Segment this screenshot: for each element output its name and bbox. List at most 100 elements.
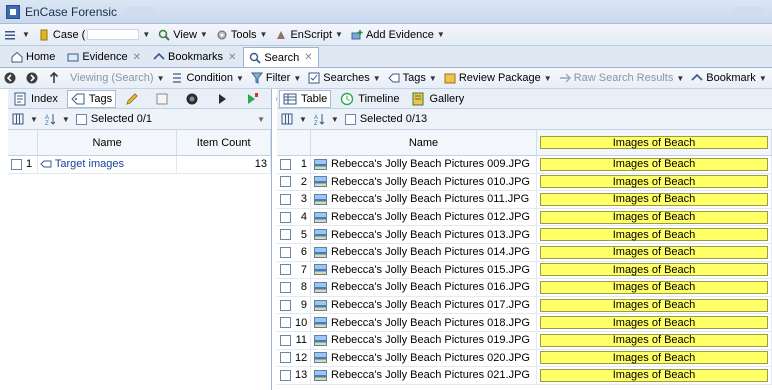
close-bookmarks-tab-icon[interactable]: ✕ xyxy=(228,52,236,63)
tag-cell[interactable]: Images of Beach xyxy=(537,173,772,191)
filter-dropdown[interactable]: Filter ▼ xyxy=(250,72,301,84)
table-row[interactable]: 4 Rebecca's Jolly Beach Pictures 012.JPG I… xyxy=(277,208,772,227)
row-select-cell[interactable]: 11 xyxy=(277,331,311,349)
row-select-cell[interactable]: 1 xyxy=(8,156,38,173)
table-row[interactable]: 9 Rebecca's Jolly Beach Pictures 017.JPG I… xyxy=(277,296,772,315)
enscript-menu[interactable]: EnScript ▼ xyxy=(275,29,343,41)
new-tag-button[interactable] xyxy=(152,91,176,107)
add-evidence-menu[interactable]: Add Evidence ▼ xyxy=(351,29,445,41)
close-search-tab-icon[interactable]: ✕ xyxy=(304,52,312,63)
right-sort-menu-button[interactable]: A Z ▼ xyxy=(313,113,339,125)
right-header-name[interactable]: Name xyxy=(311,130,537,155)
tag-cell[interactable]: Images of Beach xyxy=(537,279,772,296)
right-select-all-checkbox[interactable] xyxy=(344,113,356,125)
row-checkbox[interactable] xyxy=(280,158,291,170)
searches-dropdown[interactable]: Searches ▼ xyxy=(308,72,381,84)
tag-cell[interactable]: Images of Beach xyxy=(537,208,772,226)
columns-menu-button[interactable]: ▼ xyxy=(12,113,38,125)
bookmark-dropdown[interactable]: Bookmark ▼ xyxy=(691,72,767,84)
file-name-cell[interactable]: Rebecca's Jolly Beach Pictures 011.JPG xyxy=(311,191,537,208)
viewing-dropdown[interactable]: Viewing (Search) ▼ xyxy=(70,72,164,84)
row-select-cell[interactable]: 12 xyxy=(277,349,311,367)
select-all-checkbox[interactable] xyxy=(75,113,87,125)
row-checkbox[interactable] xyxy=(280,334,291,346)
forward-button[interactable] xyxy=(26,72,41,84)
table-row[interactable]: 13 Rebecca's Jolly Beach Pictures 021.JPG… xyxy=(277,367,772,385)
row-select-cell[interactable]: 2 xyxy=(277,173,311,191)
tag-cell[interactable]: Images of Beach xyxy=(537,367,772,384)
tools-menu[interactable]: Tools ▼ xyxy=(216,29,267,41)
file-name-cell[interactable]: Rebecca's Jolly Beach Pictures 015.JPG xyxy=(311,261,537,279)
file-name-cell[interactable]: Rebecca's Jolly Beach Pictures 014.JPG xyxy=(311,243,537,261)
table-row[interactable]: 3 Rebecca's Jolly Beach Pictures 011.JPG I… xyxy=(277,191,772,209)
tags-dropdown[interactable]: Tags ▼ xyxy=(387,72,437,84)
row-select-cell[interactable]: 8 xyxy=(277,279,311,296)
table-row[interactable]: 1 Target images 13 xyxy=(8,156,271,174)
tag-name[interactable]: Target images xyxy=(55,158,124,170)
file-name-cell[interactable]: Rebecca's Jolly Beach Pictures 018.JPG xyxy=(311,314,537,331)
row-checkbox[interactable] xyxy=(280,246,291,258)
row-checkbox[interactable] xyxy=(280,211,291,223)
row-select-cell[interactable]: 13 xyxy=(277,367,311,384)
subtab-table[interactable]: Table xyxy=(279,89,332,108)
row-select-cell[interactable]: 5 xyxy=(277,226,311,243)
file-name-cell[interactable]: Rebecca's Jolly Beach Pictures 013.JPG xyxy=(311,226,537,243)
file-name-cell[interactable]: Rebecca's Jolly Beach Pictures 020.JPG xyxy=(311,349,537,367)
file-name-cell[interactable]: Rebecca's Jolly Beach Pictures 016.JPG xyxy=(311,279,537,296)
sort-menu-button[interactable]: A Z ▼ xyxy=(44,113,70,125)
record-button[interactable] xyxy=(182,91,206,107)
row-select-cell[interactable]: 9 xyxy=(277,296,311,314)
table-row[interactable]: 1 Rebecca's Jolly Beach Pictures 009.JPG I… xyxy=(277,156,772,174)
condition-dropdown[interactable]: Condition ▼ xyxy=(171,72,244,84)
file-name-cell[interactable]: Rebecca's Jolly Beach Pictures 012.JPG xyxy=(311,208,537,226)
table-row[interactable]: 2 Rebecca's Jolly Beach Pictures 010.JPG I… xyxy=(277,173,772,192)
file-name-cell[interactable]: Rebecca's Jolly Beach Pictures 010.JPG xyxy=(311,173,537,191)
file-name-cell[interactable]: Rebecca's Jolly Beach Pictures 009.JPG xyxy=(311,156,537,173)
right-columns-menu-button[interactable]: ▼ xyxy=(281,113,307,125)
row-select-cell[interactable]: 6 xyxy=(277,243,311,261)
tab-evidence[interactable]: Evidence ✕ xyxy=(62,47,146,67)
tag-name-cell[interactable]: Target images xyxy=(38,156,178,173)
subtab-timeline[interactable]: Timeline xyxy=(337,91,402,107)
tag-cell[interactable]: Images of Beach xyxy=(537,191,772,208)
row-checkbox[interactable] xyxy=(280,281,291,293)
table-row[interactable]: 6 Rebecca's Jolly Beach Pictures 014.JPG I… xyxy=(277,243,772,262)
tag-cell[interactable]: Images of Beach xyxy=(537,296,772,314)
row-checkbox[interactable] xyxy=(11,158,22,170)
row-select-cell[interactable]: 10 xyxy=(277,314,311,331)
row-checkbox[interactable] xyxy=(280,299,291,311)
file-name-cell[interactable]: Rebecca's Jolly Beach Pictures 021.JPG xyxy=(311,367,537,384)
right-header-tag[interactable]: Images of Beach xyxy=(537,130,772,155)
run-flag-button[interactable] xyxy=(242,91,266,107)
left-header-item-count[interactable]: Item Count xyxy=(177,130,271,155)
row-checkbox[interactable] xyxy=(280,193,291,205)
table-row[interactable]: 5 Rebecca's Jolly Beach Pictures 013.JPG I… xyxy=(277,226,772,244)
case-menu[interactable]: Case ( ▼ xyxy=(38,29,150,41)
tag-cell[interactable]: Images of Beach xyxy=(537,156,772,173)
row-select-cell[interactable]: 4 xyxy=(277,208,311,226)
row-checkbox[interactable] xyxy=(280,229,291,241)
left-header-name[interactable]: Name xyxy=(38,130,178,155)
row-checkbox[interactable] xyxy=(280,352,291,364)
row-select-cell[interactable]: 7 xyxy=(277,261,311,279)
tag-cell[interactable]: Images of Beach xyxy=(537,226,772,243)
row-checkbox[interactable] xyxy=(280,317,291,329)
tab-home[interactable]: Home xyxy=(6,47,60,67)
row-checkbox[interactable] xyxy=(280,369,291,381)
edit-tag-button[interactable] xyxy=(122,91,146,107)
file-name-cell[interactable]: Rebecca's Jolly Beach Pictures 019.JPG xyxy=(311,331,537,349)
left-pane-menu-button[interactable]: ▼ xyxy=(257,115,265,124)
review-package-dropdown[interactable]: Review Package ▼ xyxy=(444,72,552,84)
table-row[interactable]: 12 Rebecca's Jolly Beach Pictures 020.JPG… xyxy=(277,349,772,368)
up-button[interactable] xyxy=(48,72,63,84)
subtab-index[interactable]: Index xyxy=(10,91,61,107)
file-name-cell[interactable]: Rebecca's Jolly Beach Pictures 017.JPG xyxy=(311,296,537,314)
row-checkbox[interactable] xyxy=(280,176,291,188)
close-evidence-tab-icon[interactable]: ✕ xyxy=(133,52,141,63)
subtab-gallery[interactable]: Gallery xyxy=(408,91,467,107)
back-button[interactable] xyxy=(4,72,19,84)
table-row[interactable]: 8 Rebecca's Jolly Beach Pictures 016.JPG I… xyxy=(277,279,772,297)
table-row[interactable]: 10 Rebecca's Jolly Beach Pictures 018.JPG… xyxy=(277,314,772,332)
tab-bookmarks[interactable]: Bookmarks ✕ xyxy=(148,47,241,67)
overflow-menu-button[interactable]: ▼ xyxy=(4,29,30,41)
